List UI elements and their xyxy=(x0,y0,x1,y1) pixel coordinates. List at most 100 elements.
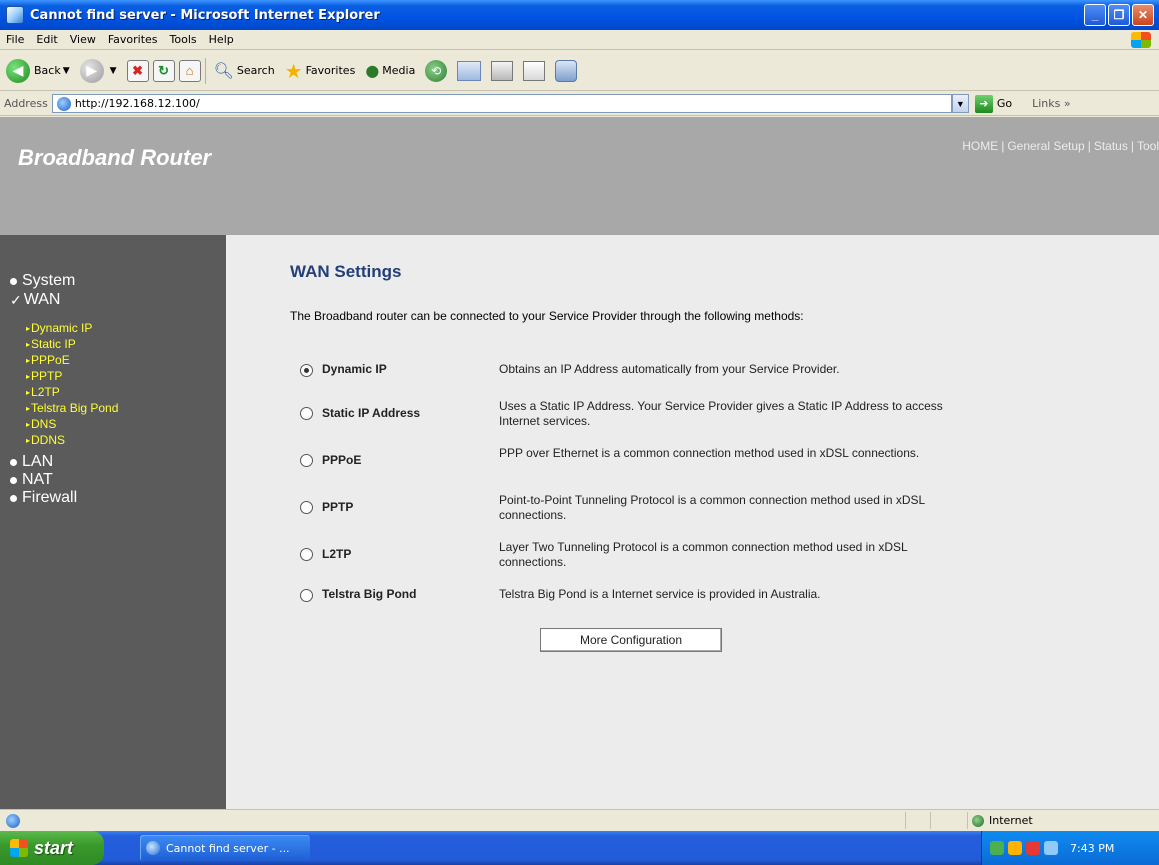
sidebar-subitem-label: L2TP xyxy=(31,385,60,399)
forward-dropdown-icon[interactable]: ▼ xyxy=(110,66,117,76)
sidebar-item-label: WAN xyxy=(23,291,61,308)
menu-bar: File Edit View Favorites Tools Help xyxy=(0,30,1159,50)
sidebar-item-lan[interactable]: LAN xyxy=(10,453,53,471)
more-configuration-button[interactable]: More Configuration xyxy=(540,628,722,652)
nav-general-setup-link[interactable]: General Setup xyxy=(1007,139,1084,153)
status-bar: Internet xyxy=(0,809,1159,831)
menu-file[interactable]: File xyxy=(6,33,24,46)
sidebar-item-firewall[interactable]: Firewall xyxy=(10,489,77,507)
sidebar-subitem-label: DNS xyxy=(31,417,57,431)
start-label: start xyxy=(34,837,74,858)
arrow-icon: ▸ xyxy=(26,387,31,397)
ie-icon xyxy=(6,6,24,24)
radio-dynamic-ip[interactable] xyxy=(300,364,313,377)
back-dropdown-icon[interactable]: ▼ xyxy=(63,66,70,76)
option-label: Static IP Address xyxy=(322,406,421,420)
history-icon[interactable]: ⟲ xyxy=(425,59,448,82)
main-panel: WAN Settings The Broadband router can be… xyxy=(226,235,1159,809)
brand-title: Broadband Router xyxy=(18,145,212,170)
sidebar-item-label: Firewall xyxy=(22,489,78,506)
stop-icon[interactable]: ✖ xyxy=(126,59,149,82)
menu-tools[interactable]: Tools xyxy=(170,33,197,46)
minimize-button[interactable]: _ xyxy=(1084,4,1106,26)
sidebar-subitem-l2tp[interactable]: ▸ L2TP xyxy=(26,385,60,399)
page-content: Broadband Router HOME | General Setup | Stat… xyxy=(0,117,1159,809)
go-arrow-icon: ➜ xyxy=(974,94,993,113)
nav-home-link[interactable]: HOME xyxy=(962,139,998,153)
home-icon[interactable]: ⌂ xyxy=(178,59,201,82)
menu-edit[interactable]: Edit xyxy=(36,33,57,46)
go-button[interactable]: ➜ Go xyxy=(974,94,1012,113)
router-banner: Broadband Router HOME | General Setup | Stat… xyxy=(0,117,1159,235)
sidebar-item-wan[interactable]: ✓ WAN xyxy=(10,291,60,309)
media-button[interactable]: ● Media xyxy=(365,61,415,80)
radio-pppoe[interactable] xyxy=(300,454,313,467)
address-dropdown-icon[interactable]: ▼ xyxy=(951,94,969,113)
favorites-button[interactable]: ★ Favorites xyxy=(285,59,356,83)
option-description: Uses a Static IP Address. Your Service P… xyxy=(499,399,943,428)
sidebar-subitem-label: Dynamic IP xyxy=(31,321,93,335)
back-arrow-icon: ◀ xyxy=(6,58,30,83)
refresh-icon[interactable]: ↻ xyxy=(152,59,175,82)
option-description: PPP over Ethernet is a common connection… xyxy=(499,446,920,460)
sidebar-subitem-pptp[interactable]: ▸ PPTP xyxy=(26,369,62,383)
mail-icon[interactable] xyxy=(457,60,482,81)
sidebar-subitem-ddns[interactable]: ▸ DDNS xyxy=(26,433,65,447)
media-icon: ● xyxy=(365,61,380,80)
sidebar-subitem-dns[interactable]: ▸ DNS xyxy=(26,417,56,431)
nav-status-link[interactable]: Status xyxy=(1094,139,1128,153)
address-input[interactable]: http://192.168.12.100/ xyxy=(51,94,952,113)
page-status-icon xyxy=(6,813,20,828)
option-description: Telstra Big Pond is a Internet service i… xyxy=(499,587,821,601)
radio-pptp[interactable] xyxy=(300,501,313,514)
sidebar-item-nat[interactable]: NAT xyxy=(10,471,53,489)
arrow-icon: ▸ xyxy=(26,339,31,349)
zone-label: Internet xyxy=(989,814,1033,827)
links-button[interactable]: Links » xyxy=(1032,97,1070,110)
maximize-button[interactable]: ❐ xyxy=(1108,4,1130,26)
taskbar-item-ie[interactable]: Cannot find server - ... xyxy=(140,835,310,861)
sidebar-item-label: System xyxy=(22,272,76,289)
menu-favorites[interactable]: Favorites xyxy=(108,33,158,46)
media-label: Media xyxy=(382,64,416,77)
edit-icon[interactable] xyxy=(523,60,546,81)
sidebar-subitem-pppoe[interactable]: ▸ PPPoE xyxy=(26,353,70,367)
sidebar-subitem-telstra-big-pond[interactable]: ▸ Telstra Big Pond xyxy=(26,401,118,415)
radio-telstra-big-pond[interactable] xyxy=(300,589,313,602)
menu-view[interactable]: View xyxy=(70,33,96,46)
sidebar-subitem-static-ip[interactable]: ▸ Static IP xyxy=(26,337,76,351)
search-button[interactable]: 🔍︎ Search xyxy=(214,61,275,80)
start-button[interactable]: start xyxy=(0,831,104,865)
back-button[interactable]: ◀ Back ▼ xyxy=(6,58,70,83)
search-icon: 🔍︎ xyxy=(213,61,234,80)
sidebar-subitem-dynamic-ip[interactable]: ▸ Dynamic IP xyxy=(26,321,92,335)
menu-help[interactable]: Help xyxy=(209,33,234,46)
forward-button[interactable]: ▶ ▼ xyxy=(79,58,117,83)
arrow-icon: ▸ xyxy=(26,435,31,445)
window-controls: _ ❐ ✕ xyxy=(1084,4,1154,26)
sidebar-item-system[interactable]: System xyxy=(10,272,75,290)
back-label: Back xyxy=(34,64,61,77)
toolbar-separator xyxy=(204,57,206,84)
close-button[interactable]: ✕ xyxy=(1132,4,1154,26)
bullet-icon xyxy=(10,458,17,466)
windows-logo-icon xyxy=(1131,32,1151,48)
sidebar-subitem-label: Static IP xyxy=(31,337,76,351)
alert-icon[interactable] xyxy=(1026,841,1040,855)
radio-l2tp[interactable] xyxy=(300,548,313,561)
status-divider xyxy=(905,812,906,829)
ie-icon xyxy=(146,841,160,855)
messenger-icon[interactable] xyxy=(555,59,578,82)
option-description: Point-to-Point Tunneling Protocol is a c… xyxy=(499,493,925,522)
network-icon[interactable] xyxy=(990,841,1004,855)
sidebar-subitem-label: DDNS xyxy=(31,433,66,447)
windows-flag-icon xyxy=(10,839,28,857)
print-icon[interactable] xyxy=(491,60,514,81)
volume-icon[interactable] xyxy=(1044,841,1058,855)
security-icon[interactable] xyxy=(1008,841,1022,855)
top-navigation: HOME | General Setup | Status | Tool xyxy=(962,139,1159,153)
option-label: Telstra Big Pond xyxy=(322,587,417,601)
nav-tool-link[interactable]: Tool xyxy=(1137,139,1159,153)
bullet-icon xyxy=(10,494,17,502)
radio-static-ip[interactable] xyxy=(300,407,313,420)
